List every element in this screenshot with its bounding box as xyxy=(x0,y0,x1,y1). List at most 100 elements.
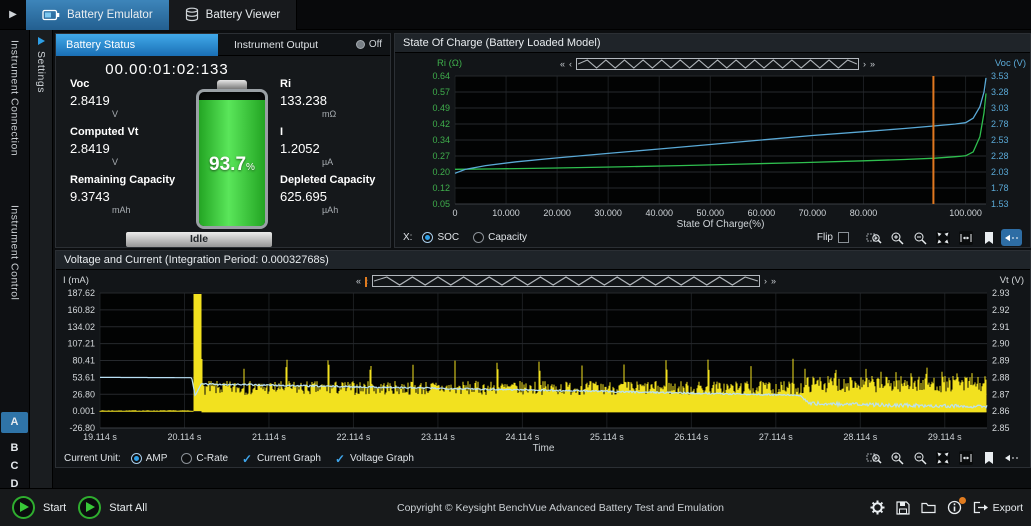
flip-checkbox[interactable]: Flip xyxy=(817,232,853,243)
scroll-right-icon[interactable]: › xyxy=(764,276,767,286)
x-mode-label: X: xyxy=(403,232,412,243)
radio-icon xyxy=(181,453,192,464)
metric-label: Depleted Capacity xyxy=(280,174,390,186)
scroll-left-icon[interactable]: ‹ xyxy=(569,59,572,69)
tab-label: Battery Viewer xyxy=(206,9,281,21)
svg-text:25.114 s: 25.114 s xyxy=(590,432,624,442)
tab-battery-viewer[interactable]: Battery Viewer xyxy=(169,0,298,30)
zoom-in-icon[interactable] xyxy=(886,450,907,467)
settings-tab[interactable]: Settings xyxy=(35,51,47,93)
zoom-in-icon[interactable] xyxy=(886,229,907,246)
metric-voc: Voc 2.8419 V xyxy=(70,78,180,119)
output-state: Off xyxy=(369,39,382,50)
expand-window-arrow-icon[interactable]: ▶ xyxy=(0,9,26,20)
fit-width-icon[interactable] xyxy=(955,229,976,246)
svg-text:2.88: 2.88 xyxy=(992,372,1010,382)
svg-text:0.27: 0.27 xyxy=(432,151,450,161)
export-button[interactable]: Export xyxy=(973,501,1023,514)
marker-icon[interactable] xyxy=(978,450,999,467)
battery-status-tab[interactable]: Battery Status xyxy=(56,34,218,56)
svg-text:29.114 s: 29.114 s xyxy=(928,432,962,442)
svg-text:60.000: 60.000 xyxy=(748,208,776,218)
fit-width-icon[interactable] xyxy=(955,450,976,467)
svg-text:28.114 s: 28.114 s xyxy=(843,432,877,442)
tab-battery-emulator[interactable]: Battery Emulator xyxy=(26,0,169,30)
svg-text:40.000: 40.000 xyxy=(645,208,673,218)
pan-icon[interactable] xyxy=(932,450,953,467)
svg-text:2.28: 2.28 xyxy=(991,151,1009,161)
svg-text:27.114 s: 27.114 s xyxy=(759,432,793,442)
metric-unit: mΩ xyxy=(322,109,390,119)
status-bar: Start Start All Copyright © Keysight Ben… xyxy=(0,488,1031,526)
battery-status-panel: Battery Status Instrument Output Off 00.… xyxy=(55,33,391,248)
folder-icon[interactable] xyxy=(921,502,936,514)
current-graph-checkbox[interactable]: Current Graph xyxy=(242,453,321,464)
svg-text:24.114 s: 24.114 s xyxy=(505,432,539,442)
metric-value: 2.8419 xyxy=(70,93,180,108)
metric-unit: mAh xyxy=(112,205,180,215)
battery-emulator-icon xyxy=(42,9,60,21)
track-icon[interactable] xyxy=(1001,229,1022,246)
scroll-left-fast-icon[interactable]: « xyxy=(356,276,361,286)
vi-chart[interactable]: 187.622.93160.822.92134.022.91107.212.90… xyxy=(56,271,1031,451)
voltage-graph-checkbox[interactable]: Voltage Graph xyxy=(335,453,414,464)
overview-window[interactable] xyxy=(576,58,859,70)
battery-panel-header: Battery Status Instrument Output Off xyxy=(56,34,390,56)
state-of-charge-panel: State Of Charge (Battery Loaded Model) 0… xyxy=(394,33,1031,248)
expand-settings-arrow-icon[interactable] xyxy=(38,37,45,45)
channel-a-button[interactable]: A xyxy=(1,412,28,433)
save-icon[interactable] xyxy=(896,501,910,515)
radio-amp[interactable]: AMP xyxy=(131,453,168,464)
metric-unit: µAh xyxy=(322,205,390,215)
vi-panel-title: Voltage and Current (Integration Period:… xyxy=(56,251,1030,270)
radio-soc[interactable]: SOC xyxy=(422,232,459,243)
svg-text:0.57: 0.57 xyxy=(432,87,450,97)
scroll-left-fast-icon[interactable]: « xyxy=(560,59,565,69)
svg-text:2.78: 2.78 xyxy=(991,119,1009,129)
svg-text:107.21: 107.21 xyxy=(67,339,95,349)
start-all-button[interactable]: Start All xyxy=(78,496,147,519)
metric-depleted-capacity: Depleted Capacity 625.695 µAh xyxy=(280,174,390,215)
radio-icon xyxy=(422,232,433,243)
svg-text:2.86: 2.86 xyxy=(992,406,1010,416)
radio-icon xyxy=(473,232,484,243)
soc-panel-title: State Of Charge (Battery Loaded Model) xyxy=(395,34,1030,53)
instrument-output-toggle[interactable]: Off xyxy=(356,39,382,50)
soc-chart[interactable]: 0.643.530.573.280.493.030.422.780.342.53… xyxy=(395,54,1031,232)
info-icon[interactable] xyxy=(947,500,962,515)
radio-capacity[interactable]: Capacity xyxy=(473,232,527,243)
left-rail: Instrument Connection Instrument Control… xyxy=(0,30,30,488)
svg-text:2.53: 2.53 xyxy=(991,135,1009,145)
vi-overview-scrollbar[interactable]: « ‹ › » xyxy=(356,274,776,288)
battery-cap xyxy=(217,80,247,89)
pan-icon[interactable] xyxy=(932,229,953,246)
marker-icon[interactable] xyxy=(978,229,999,246)
scroll-right-fast-icon[interactable]: » xyxy=(771,276,776,286)
start-button[interactable]: Start xyxy=(12,496,66,519)
zoom-region-icon[interactable] xyxy=(863,450,884,467)
sidebar-item-instrument-control[interactable]: Instrument Control xyxy=(9,205,21,300)
metric-current: I 1.2052 µA xyxy=(280,126,390,167)
metric-value: 9.3743 xyxy=(70,189,180,204)
svg-text:20.114 s: 20.114 s xyxy=(168,432,202,442)
scroll-right-icon[interactable]: › xyxy=(863,59,866,69)
zoom-out-icon[interactable] xyxy=(909,229,930,246)
top-tab-bar: ▶ Battery Emulator Battery Viewer xyxy=(0,0,1031,30)
svg-text:Ri (Ω): Ri (Ω) xyxy=(437,58,462,69)
zoom-region-icon[interactable] xyxy=(863,229,884,246)
radio-label: AMP xyxy=(146,453,168,464)
svg-text:53.61: 53.61 xyxy=(72,372,95,382)
sidebar-item-instrument-connection[interactable]: Instrument Connection xyxy=(9,40,21,156)
svg-text:0.05: 0.05 xyxy=(432,199,450,209)
soc-overview-scrollbar[interactable]: « ‹ › » xyxy=(560,57,875,71)
track-icon[interactable] xyxy=(1001,450,1022,467)
svg-text:3.03: 3.03 xyxy=(991,103,1009,113)
scroll-right-fast-icon[interactable]: » xyxy=(870,59,875,69)
gear-icon[interactable] xyxy=(870,500,885,515)
svg-text:160.82: 160.82 xyxy=(67,305,95,315)
zoom-out-icon[interactable] xyxy=(909,450,930,467)
svg-text:2.92: 2.92 xyxy=(992,305,1010,315)
overview-window[interactable] xyxy=(372,275,760,287)
radio-c-rate[interactable]: C-Rate xyxy=(181,453,228,464)
status-badge: Idle xyxy=(126,232,272,247)
